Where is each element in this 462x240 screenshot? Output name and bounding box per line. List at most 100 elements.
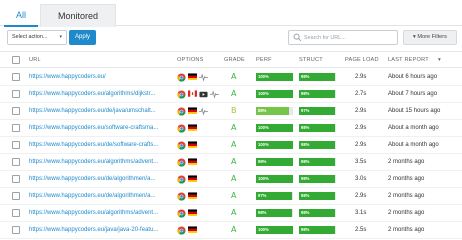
bulk-action-select[interactable]: Select action... ▾ <box>7 30 67 45</box>
row-page-load: 2.9s <box>355 108 367 114</box>
column-header-options: OPTIONS <box>177 57 204 63</box>
row-options <box>177 226 223 235</box>
row-url-link[interactable]: https://www.happycoders.eu/algorithms/ad… <box>29 205 172 221</box>
row-grade: A <box>231 89 237 98</box>
row-url-link[interactable]: https://www.happycoders.eu/java/java-20-… <box>29 222 172 238</box>
row-perf-bar: 100% <box>256 141 293 149</box>
row-grade: A <box>231 208 237 217</box>
row-url-link[interactable]: https://www.happycoders.eu/de/algorithme… <box>29 188 172 204</box>
column-header-grade[interactable]: GRADE <box>224 52 245 68</box>
row-perf-value: 88% <box>258 108 267 113</box>
chrome-icon <box>177 158 186 167</box>
row-page-load: 2.9s <box>355 74 367 80</box>
row-checkbox[interactable] <box>12 124 20 132</box>
row-checkbox[interactable] <box>12 73 20 81</box>
column-header-page-load[interactable]: PAGE LOAD <box>345 52 379 68</box>
row-options <box>177 73 223 82</box>
row-last-report: 2 months ago <box>388 227 425 233</box>
row-checkbox[interactable] <box>12 141 20 149</box>
apply-button[interactable]: Apply <box>69 30 96 45</box>
row-grade: A <box>231 191 237 200</box>
row-perf-value: 100% <box>258 91 269 96</box>
row-struct-bar: 97% <box>299 107 336 115</box>
table-row[interactable]: https://www.happycoders.eu/algorithms/ad… <box>0 154 462 171</box>
monitor-pulse-icon <box>199 107 208 116</box>
de-flag-icon <box>188 107 197 116</box>
row-last-report: 2 months ago <box>388 210 425 216</box>
row-struct-bar: 98% <box>299 175 336 183</box>
row-perf-value: 100% <box>258 142 269 147</box>
row-checkbox[interactable] <box>12 209 20 217</box>
table-row[interactable]: https://www.happycoders.eu/algorithms/di… <box>0 86 462 103</box>
chrome-icon <box>177 107 186 116</box>
row-page-load: 2.9s <box>355 142 367 148</box>
table-row[interactable]: https://www.happycoders.eu/de/software-c… <box>0 137 462 154</box>
table-row[interactable]: https://www.happycoders.eu/software-craf… <box>0 120 462 137</box>
row-options <box>177 124 223 133</box>
row-struct-value: 98% <box>301 227 310 232</box>
row-url-link[interactable]: https://www.happycoders.eu/software-craf… <box>29 120 172 136</box>
chrome-icon <box>177 141 186 150</box>
row-options <box>177 158 223 167</box>
chrome-icon <box>177 73 186 82</box>
tab-all[interactable]: All <box>4 4 38 27</box>
row-checkbox[interactable] <box>12 192 20 200</box>
row-url-link[interactable]: https://www.happycoders.eu/algorithms/di… <box>29 86 172 102</box>
row-last-report: About 6 hours ago <box>388 74 438 80</box>
de-flag-icon <box>188 175 197 184</box>
table-row[interactable]: https://www.happycoders.eu/java/java-20-… <box>0 222 462 239</box>
row-struct-bar: 98% <box>299 209 336 217</box>
column-header-url[interactable]: URL <box>29 52 41 68</box>
row-perf-value: 100% <box>258 74 269 79</box>
row-checkbox[interactable] <box>12 226 20 234</box>
table-row[interactable]: https://www.happycoders.eu/de/algorithme… <box>0 171 462 188</box>
row-page-load: 3.0s <box>355 176 367 182</box>
row-checkbox[interactable] <box>12 175 20 183</box>
row-perf-value: 97% <box>258 193 267 198</box>
row-url-link[interactable]: https://www.happycoders.eu/de/algorithme… <box>29 171 172 187</box>
row-page-load: 3.1s <box>355 210 367 216</box>
table-row[interactable]: https://www.happycoders.eu/A 100% 98% 2.9s A… <box>0 69 462 86</box>
row-perf-value: 98% <box>258 210 267 215</box>
row-struct-value: 98% <box>301 91 310 96</box>
row-url-link[interactable]: https://www.happycoders.eu/de/software-c… <box>29 137 172 153</box>
row-url-link[interactable]: https://www.happycoders.eu/de/java/umsch… <box>29 103 172 119</box>
row-grade: A <box>231 123 237 132</box>
column-header-struct[interactable]: STRUCT <box>299 52 323 68</box>
search-input[interactable] <box>304 32 394 43</box>
more-filters-button[interactable]: ▾ More Filters <box>403 30 457 45</box>
row-options <box>177 107 223 116</box>
chrome-icon <box>177 209 186 218</box>
row-page-load: 2.7s <box>355 91 367 97</box>
row-page-load: 2.5s <box>355 227 367 233</box>
row-struct-bar: 98% <box>299 73 336 81</box>
row-perf-bar: 98% <box>256 209 293 217</box>
row-url-link[interactable]: https://www.happycoders.eu/algorithms/ad… <box>29 154 172 170</box>
row-perf-value: 100% <box>258 227 269 232</box>
tab-monitored[interactable]: Monitored <box>40 4 116 27</box>
column-header-perf[interactable]: PERF <box>256 52 272 68</box>
chevron-down-icon: ▾ <box>59 34 62 40</box>
more-filters-label: More Filters <box>417 34 447 40</box>
tab-bar: All Monitored <box>0 0 462 27</box>
row-perf-bar: 99% <box>256 158 293 166</box>
table-header: URL OPTIONS GRADE PERF STRUCT PAGE LOAD … <box>0 51 462 68</box>
select-all-checkbox[interactable] <box>12 56 20 64</box>
row-perf-value: 100% <box>258 125 269 130</box>
row-checkbox[interactable] <box>12 158 20 166</box>
chrome-icon <box>177 90 186 99</box>
column-header-last-report[interactable]: LAST REPORT <box>388 52 429 68</box>
row-struct-value: 98% <box>301 176 310 181</box>
row-url-link[interactable]: https://www.happycoders.eu/ <box>29 69 172 85</box>
table-row[interactable]: https://www.happycoders.eu/de/algorithme… <box>0 188 462 205</box>
table-row[interactable]: https://www.happycoders.eu/de/java/umsch… <box>0 103 462 120</box>
row-perf-bar: 88% <box>256 107 293 115</box>
row-perf-value: 99% <box>258 159 267 164</box>
row-last-report: About a month ago <box>388 125 439 131</box>
table-row[interactable]: https://www.happycoders.eu/algorithms/ad… <box>0 205 462 222</box>
row-checkbox[interactable] <box>12 107 20 115</box>
row-perf-bar: 100% <box>256 90 293 98</box>
de-flag-icon <box>188 124 197 133</box>
row-checkbox[interactable] <box>12 90 20 98</box>
row-perf-value: 100% <box>258 176 269 181</box>
